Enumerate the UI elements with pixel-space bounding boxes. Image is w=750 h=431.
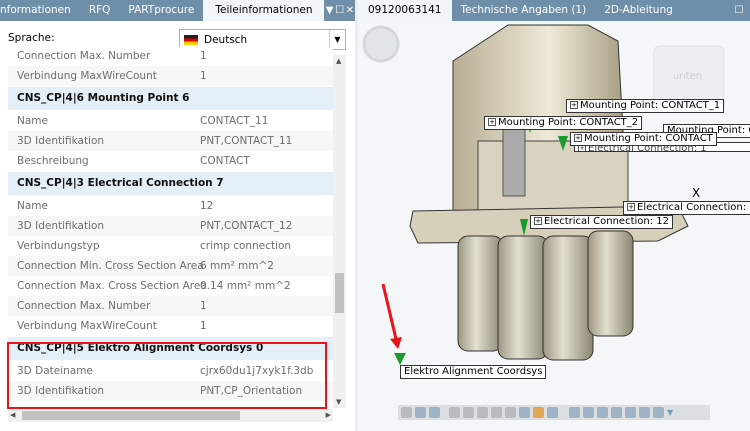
3d-viewport[interactable]: unten X + Mounting Point: CONTACT_1 Mount… — [358, 21, 750, 431]
property-value: CONTACT_11 — [200, 115, 269, 127]
property-value: PNT,CONTACT_11 — [200, 135, 293, 147]
view-right-icon[interactable] — [611, 407, 622, 418]
table-row[interactable]: Connection Min. Cross Section Area 6 mm² … — [8, 256, 333, 276]
label-electrical-connection-12[interactable]: + Electrical Connection: 12 — [530, 215, 673, 229]
maximize-icon[interactable]: ☐ — [335, 5, 345, 16]
scroll-up-icon[interactable]: ▲ — [336, 57, 341, 65]
property-value: 1 — [200, 300, 207, 312]
measure-icon[interactable] — [491, 407, 502, 418]
language-label: Sprache: — [8, 32, 55, 44]
view-iso-icon[interactable] — [653, 407, 664, 418]
zoom-icon[interactable] — [449, 407, 460, 418]
label-mounting-point-1[interactable]: + Mounting Point: CONTACT_1 — [566, 99, 725, 113]
table-row[interactable]: 3D Identifikation PNT,CONTACT_12 — [8, 216, 333, 236]
label-mounting-point-3[interactable]: + Mounting Point: CONTACT — [570, 132, 717, 146]
tab-technische-angaben[interactable]: Technische Angaben (1) — [452, 0, 596, 21]
section-rows: Name CONTACT_11 3D Identifikation PNT,CONTA… — [8, 111, 333, 171]
horizontal-scrollbar[interactable]: ◀ ▶ — [8, 409, 333, 422]
property-value: PNT,CONTACT_12 — [200, 220, 293, 232]
tab-rfq[interactable]: RFQ — [80, 0, 120, 21]
texture-icon[interactable] — [533, 407, 544, 418]
scroll-left-icon[interactable]: ◀ — [10, 411, 15, 419]
left-tab-bar: nformationen RFQ PARTprocure Teileinform… — [0, 0, 355, 21]
property-value: 12 — [200, 200, 214, 212]
property-value: 1 — [200, 50, 207, 62]
table-row[interactable]: Verbindung MaxWireCount 1 — [8, 66, 333, 86]
cube-icon[interactable] — [547, 407, 558, 418]
property-name: 3D Identifikation — [17, 220, 105, 232]
property-value: crimp connection — [200, 240, 292, 252]
part-info-panel: nformationen RFQ PARTprocure Teileinform… — [0, 0, 355, 431]
maximize-icon[interactable]: ☐ — [728, 5, 750, 16]
chevron-down-icon[interactable]: ▼ — [667, 408, 673, 417]
property-name: Verbindungstyp — [17, 240, 100, 252]
table-row[interactable]: Connection Max. Number 1 — [8, 47, 333, 66]
table-row[interactable]: Verbindung MaxWireCount 1 — [8, 316, 333, 336]
section-rows: Name 12 3D Identifikation PNT,CONTACT_12 Ver… — [8, 196, 333, 336]
view-toolbar: ▼ — [398, 405, 710, 420]
close-icon[interactable]: ✕ — [345, 5, 355, 16]
view-mode-icon[interactable] — [429, 407, 440, 418]
scroll-down-icon[interactable]: ▼ — [336, 398, 341, 406]
view-back-icon[interactable] — [583, 407, 594, 418]
label-elektro-alignment-coordsys[interactable]: Elektro Alignment Coordsys — [400, 365, 547, 379]
table-row[interactable]: Name 12 — [8, 196, 333, 216]
table-row[interactable]: Verbindungstyp crimp connection — [8, 236, 333, 256]
highlight-box — [7, 342, 327, 409]
property-value: 0.14 mm² mm^2 — [200, 280, 291, 292]
property-name: Connection Min. Cross Section Area — [17, 260, 204, 272]
right-tab-bar: 09120063141 Technische Angaben (1) 2D-Ab… — [358, 0, 750, 21]
property-name: Verbindung MaxWireCount — [17, 320, 157, 332]
x-axis-label: X — [692, 186, 700, 200]
table-row[interactable]: Connection Max. Number 1 — [8, 296, 333, 316]
fit-icon[interactable] — [477, 407, 488, 418]
view-bottom-icon[interactable] — [639, 407, 650, 418]
german-flag-icon — [184, 34, 198, 45]
view-front-icon[interactable] — [569, 407, 580, 418]
render-icon[interactable] — [519, 407, 530, 418]
property-value: 1 — [200, 320, 207, 332]
property-name: Connection Max. Cross Section Area — [17, 280, 207, 292]
section-icon[interactable] — [505, 407, 516, 418]
property-name: 3D Identifikation — [17, 135, 105, 147]
tab-2d-ableitung[interactable]: 2D-Ableitung — [595, 0, 682, 21]
tab-teileinformationen[interactable]: Teileinformationen — [203, 0, 325, 21]
cylinder-icon[interactable] — [401, 407, 412, 418]
3d-viewer-panel: 09120063141 Technische Angaben (1) 2D-Ab… — [358, 0, 750, 431]
property-value: CONTACT — [200, 155, 250, 167]
language-value: Deutsch — [204, 33, 248, 46]
vertical-scrollbar[interactable]: ▲ ▼ — [333, 55, 346, 408]
property-name: Connection Max. Number — [17, 50, 151, 62]
table-row[interactable]: Beschreibung CONTACT — [8, 151, 333, 171]
property-name: Beschreibung — [17, 155, 89, 167]
view-left-icon[interactable] — [597, 407, 608, 418]
tab-partprocure[interactable]: PARTprocure — [119, 0, 203, 21]
property-value: 1 — [200, 70, 207, 82]
rotate-widget-icon — [362, 25, 400, 63]
zoom-window-icon[interactable] — [463, 407, 474, 418]
section-rows: Connection Max. Number 1 Verbindung MaxWir… — [8, 47, 333, 86]
property-name: Connection Max. Number — [17, 300, 151, 312]
red-arrow — [381, 283, 398, 340]
horizontal-scroll-thumb[interactable] — [22, 411, 240, 420]
tab-informationen[interactable]: nformationen — [0, 0, 80, 21]
tab-part-number[interactable]: 09120063141 — [358, 0, 452, 21]
label-electrical-connection-11[interactable]: + Electrical Connection: 11 — [623, 201, 750, 215]
vertical-scroll-thumb[interactable] — [335, 273, 344, 313]
section-header[interactable]: CNS_CP|4|3 Electrical Connection 7 — [8, 172, 333, 195]
table-row[interactable]: 3D Identifikation PNT,CONTACT_11 — [8, 131, 333, 151]
table-row[interactable]: Name CONTACT_11 — [8, 111, 333, 131]
view-top-icon[interactable] — [625, 407, 636, 418]
section-header[interactable]: CNS_CP|4|6 Mounting Point 6 — [8, 87, 333, 110]
dropdown-icon[interactable]: ▼ — [324, 5, 334, 16]
property-name: Name — [17, 115, 48, 127]
table-row[interactable]: Connection Max. Cross Section Area 0.14 m… — [8, 276, 333, 296]
property-name: Verbindung MaxWireCount — [17, 70, 157, 82]
shaded-icon[interactable] — [415, 407, 426, 418]
property-value: 6 mm² mm^2 — [200, 260, 274, 272]
label-mounting-point-2[interactable]: + Mounting Point: CONTACT_2 — [484, 116, 643, 130]
scroll-right-icon[interactable]: ▶ — [326, 411, 331, 419]
property-name: Name — [17, 200, 48, 212]
svg-text:unten: unten — [673, 71, 702, 82]
